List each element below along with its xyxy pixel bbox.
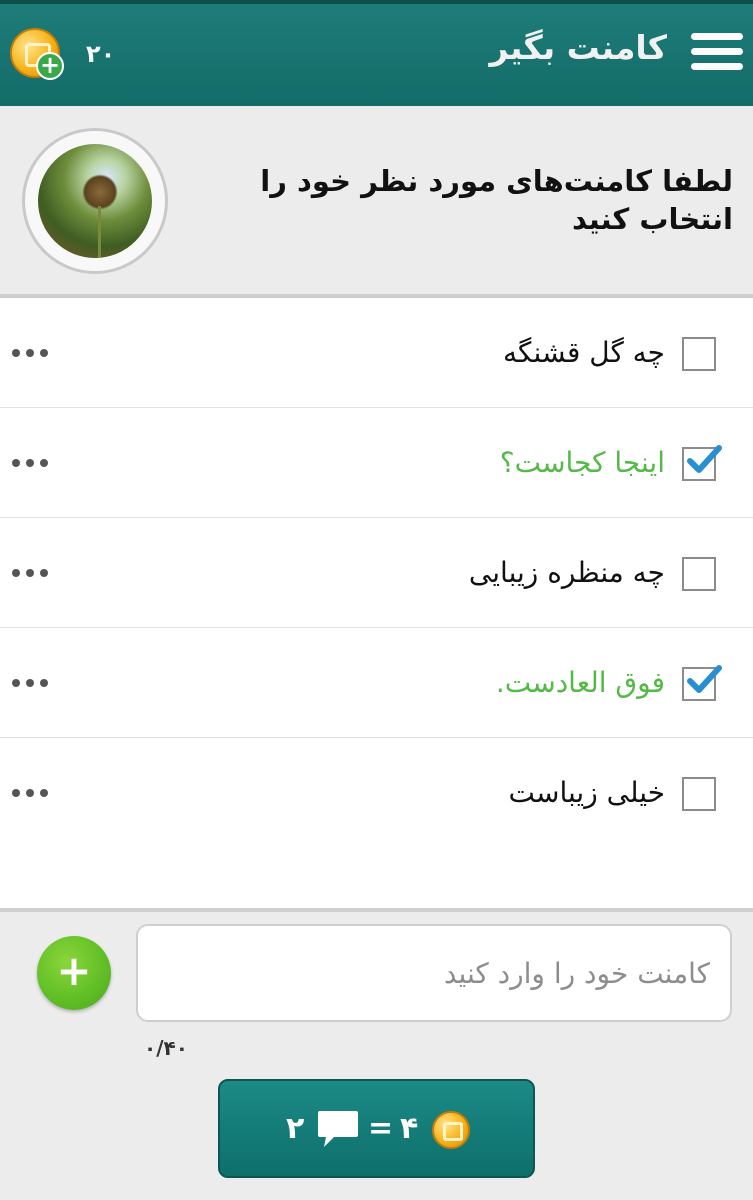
coin-cost: ۴	[400, 1111, 419, 1146]
page-title: لطفا کامنت‌های مورد نظر خود را انتخاب کن…	[260, 164, 733, 236]
more-options-icon[interactable]	[12, 454, 52, 470]
selected-comment-count: ۲	[286, 1111, 305, 1146]
plus-icon: +	[36, 52, 64, 80]
plus-icon: +	[56, 946, 92, 995]
comment-row[interactable]: خیلی زیباست	[0, 738, 753, 848]
checkmark-icon	[687, 445, 722, 473]
buy-coins-button[interactable]: +	[10, 28, 64, 82]
comment-text: چه منظره زیبایی	[468, 556, 665, 589]
speech-bubble-icon	[318, 1111, 358, 1147]
comment-row[interactable]: چه گل قشنگه	[0, 298, 753, 408]
post-image	[38, 144, 152, 258]
more-options-icon[interactable]	[12, 564, 52, 580]
checkbox[interactable]	[682, 557, 716, 591]
hamburger-menu-icon	[691, 33, 743, 40]
app-title: کامنت بگیر	[489, 28, 668, 67]
checkbox[interactable]	[682, 777, 716, 811]
post-header: لطفا کامنت‌های مورد نظر خود را انتخاب کن…	[0, 106, 753, 296]
comment-row[interactable]: اینجا کجاست؟	[0, 408, 753, 518]
comment-text: اینجا کجاست؟	[499, 446, 665, 479]
checkmark-icon	[687, 665, 722, 693]
app-header: کامنت بگیر + ۲۰	[0, 0, 753, 106]
coin-icon	[432, 1111, 470, 1149]
comment-text: فوق العادست.	[495, 666, 665, 699]
checkbox-checked[interactable]	[682, 665, 722, 701]
coin-balance: ۲۰	[86, 40, 116, 68]
menu-button[interactable]	[687, 30, 743, 78]
post-image-frame[interactable]	[22, 128, 168, 274]
submit-comments-button[interactable]: ۲ = ۴	[218, 1079, 535, 1178]
comment-list: چه گل قشنگه اینجا کجاست؟ چه منظره زیبایی فو…	[0, 298, 753, 910]
checkbox-checked[interactable]	[682, 445, 722, 481]
comment-text: چه گل قشنگه	[503, 336, 665, 369]
comment-row[interactable]: فوق العادست.	[0, 628, 753, 738]
comment-row[interactable]: چه منظره زیبایی	[0, 518, 753, 628]
more-options-icon[interactable]	[12, 674, 52, 690]
more-options-icon[interactable]	[12, 344, 52, 360]
checkbox[interactable]	[682, 337, 716, 371]
comment-input[interactable]	[136, 924, 732, 1022]
char-counter: ۰/۴۰	[144, 1036, 188, 1060]
comment-text: خیلی زیباست	[508, 776, 665, 809]
divider	[0, 908, 753, 912]
equals-sign: =	[368, 1111, 394, 1146]
more-options-icon[interactable]	[12, 784, 52, 800]
add-comment-button[interactable]: +	[37, 936, 111, 1010]
